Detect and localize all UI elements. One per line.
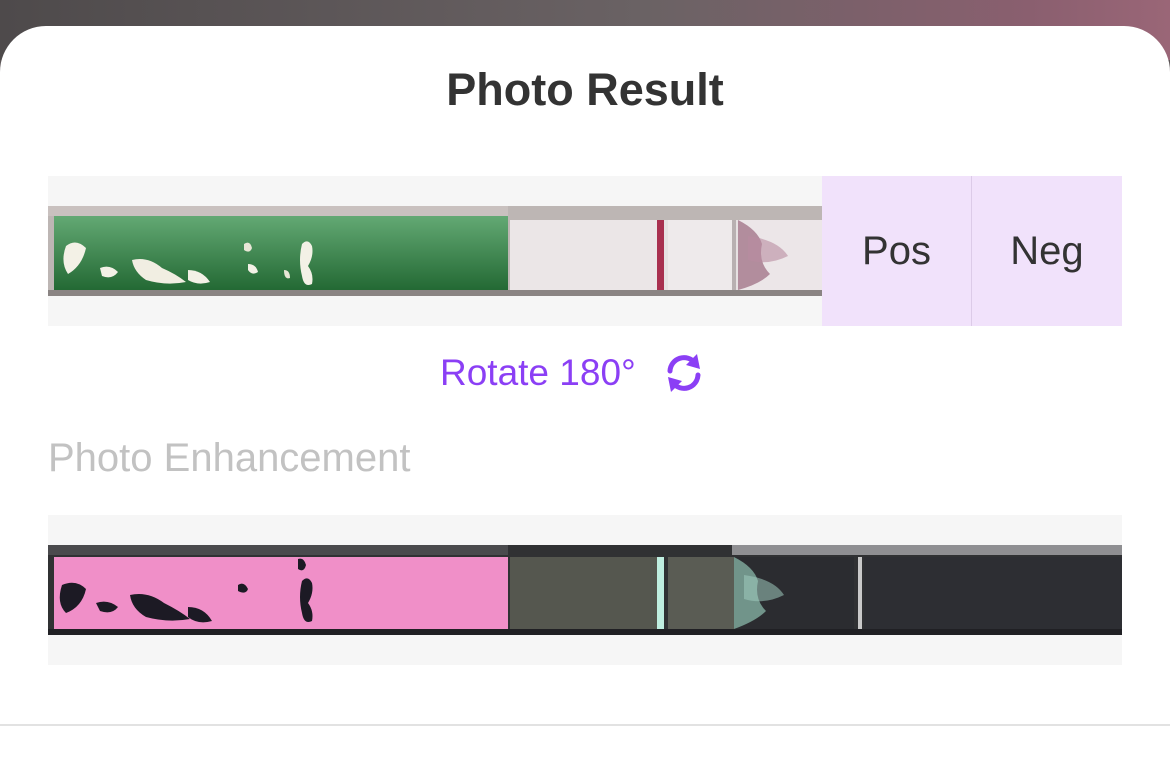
positive-button[interactable]: Pos (822, 176, 972, 326)
enhanced-test-strip-image (48, 545, 1122, 635)
bottom-divider (0, 724, 1170, 726)
original-test-strip-image (48, 206, 822, 296)
rotate-180-button[interactable]: Rotate 180° (440, 348, 706, 398)
negative-button[interactable]: Neg (972, 176, 1122, 326)
rotate-icon (662, 351, 706, 395)
sheet-title: Photo Result (446, 64, 724, 115)
rotate-label: Rotate 180° (440, 352, 636, 393)
enhanced-photo-panel (48, 515, 1122, 665)
original-photo-panel: Pos Neg (48, 176, 1122, 326)
photo-enhancement-label: Photo Enhancement (48, 436, 411, 480)
